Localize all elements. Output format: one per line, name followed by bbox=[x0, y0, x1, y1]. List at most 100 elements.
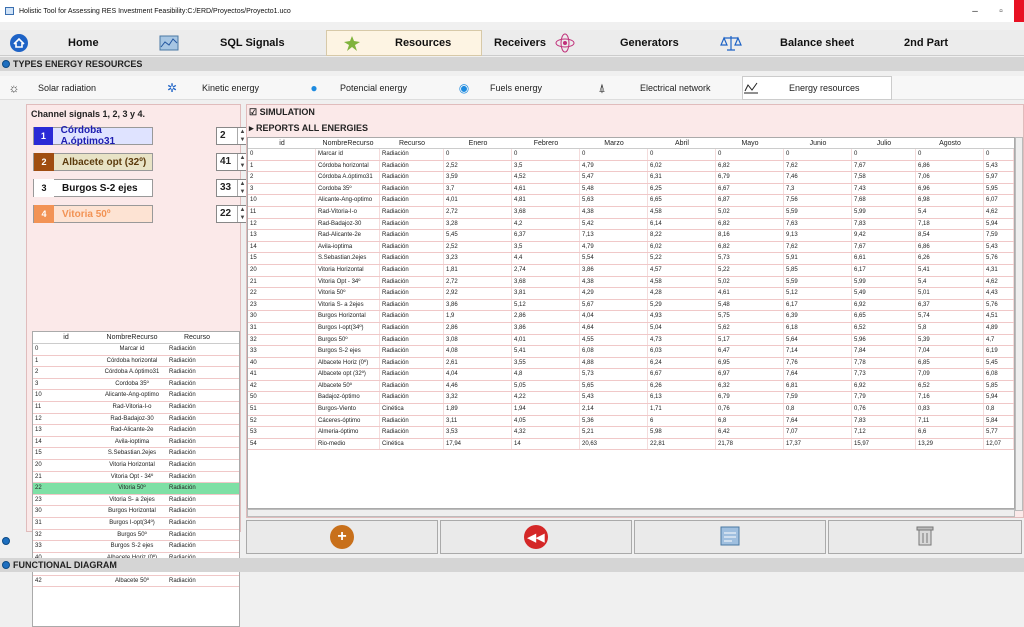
etab-solar[interactable]: ☼ Solar radiation bbox=[6, 76, 156, 100]
signal-badge[interactable]: 3 Burgos S-2 ejes bbox=[33, 179, 153, 197]
report-cell: Radiación bbox=[380, 160, 444, 172]
simulation-header[interactable]: ☑ SIMULATION bbox=[249, 107, 315, 118]
mini-table-row[interactable]: 23 Vitoria S- a 2ejes Radiación bbox=[33, 495, 239, 507]
tab-2nd-part[interactable]: 2nd Part bbox=[904, 30, 964, 56]
report-col-header[interactable]: Recurso bbox=[380, 138, 444, 148]
report-table-row[interactable]: 22 Vitoria 50º Radiación 2,92 3,81 4,29 4,28 4,… bbox=[248, 288, 1014, 300]
report-col-header[interactable]: Agosto bbox=[916, 138, 984, 148]
etab-electrical[interactable]: ⍋ Electrical network bbox=[594, 76, 734, 100]
report-col-header[interactable]: Marzo bbox=[580, 138, 648, 148]
report-col-header[interactable]: Mayo bbox=[716, 138, 784, 148]
functional-diagram-bar[interactable]: FUNCTIONAL DIAGRAM bbox=[0, 558, 1024, 572]
mini-table-row[interactable]: 1 Córdoba horizontal Radiación bbox=[33, 356, 239, 368]
mini-table-row[interactable]: 20 Vitoria Horizontal Radiación bbox=[33, 460, 239, 472]
report-table-row[interactable]: 20 Vitoria Horizontal Radiación 1,81 2,74 3,8… bbox=[248, 264, 1014, 277]
section-bullet-icon bbox=[2, 60, 10, 68]
mini-table-row[interactable]: 22 Vitoria 50º Radiación bbox=[33, 483, 239, 495]
mini-table-row[interactable]: 2 Córdoba A.óptimo31 Radiación bbox=[33, 367, 239, 379]
mini-table-row[interactable]: 14 Avila-ioptima Radiación bbox=[33, 437, 239, 449]
reports-header[interactable]: ▸ REPORTS ALL ENERGIES bbox=[249, 123, 368, 134]
mini-col-nombre[interactable]: NombreRecurso bbox=[97, 332, 167, 343]
resources-mini-table[interactable]: id NombreRecurso Recurso 0 Marcar id Radia… bbox=[32, 331, 240, 627]
signal-spinbox[interactable]: 22 ▲ ▼ bbox=[216, 205, 248, 223]
report-table-row[interactable]: 31 Burgos I-opt(34º) Radiación 2,86 3,86 4,64… bbox=[248, 322, 1014, 335]
reports-vertical-scrollbar[interactable] bbox=[1015, 137, 1023, 511]
signal-badge[interactable]: 4 Vitoria 50º bbox=[33, 205, 153, 223]
mini-col-recurso[interactable]: Recurso bbox=[167, 332, 225, 343]
report-col-header[interactable]: Enero bbox=[444, 138, 512, 148]
mini-table-row[interactable]: 3 Cordoba 35º Radiación bbox=[33, 379, 239, 391]
signal-badge[interactable]: 1 Córdoba A.óptimo31 bbox=[33, 125, 153, 147]
export-button[interactable] bbox=[634, 520, 826, 554]
report-table-row[interactable]: 50 Badajoz-óptimo Radiación 3,32 4,22 5,43 6,1… bbox=[248, 392, 1014, 405]
minimize-button[interactable]: – bbox=[962, 0, 988, 22]
report-cell: 6,92 bbox=[852, 299, 916, 311]
etab-energy-resources[interactable]: Energy resources bbox=[742, 76, 892, 100]
mini-table-row[interactable]: 12 Rad-Badajoz-30 Radiación bbox=[33, 414, 239, 426]
report-table-row[interactable]: 51 Burgos-Viento Cinética 1,89 1,94 2,14 1,71 0… bbox=[248, 404, 1014, 416]
reports-horizontal-scrollbar[interactable] bbox=[247, 509, 1015, 517]
report-table-row[interactable]: 30 Burgos Horizontal Radiación 1,9 2,86 4,04 4… bbox=[248, 311, 1014, 323]
tab-sql-signals[interactable]: SQL Signals bbox=[158, 30, 318, 56]
report-table-row[interactable]: 21 Vitoria Opt - 34º Radiación 2,72 3,68 4,38… bbox=[248, 276, 1014, 289]
mini-table-row[interactable]: 15 S.Sebastian.2ejes Radiación bbox=[33, 448, 239, 460]
mini-table-row[interactable]: 21 Vitoria Opt - 34º Radiación bbox=[33, 472, 239, 484]
etab-fuels-label: Fuels energy bbox=[490, 83, 543, 93]
report-table-row[interactable]: 23 Vitoria S- a 2ejes Radiación 3,86 5,12 5,6… bbox=[248, 299, 1014, 312]
signal-badge[interactable]: 2 Albacete opt (32º) bbox=[33, 153, 153, 171]
report-table-row[interactable]: 14 Avila-ioptima Radiación 2,52 3,5 4,79 6,02 6… bbox=[248, 241, 1014, 254]
report-table-row[interactable]: 3 Cordoba 35º Radiación 3,7 4,61 5,48 6,25 6,67… bbox=[248, 183, 1014, 196]
report-col-header[interactable]: Febrero bbox=[512, 138, 580, 148]
delete-button[interactable] bbox=[828, 520, 1022, 554]
report-col-header[interactable]: Junio bbox=[784, 138, 852, 148]
signal-spinbox[interactable]: 33 ▲ ▼ bbox=[216, 179, 248, 197]
reports-table[interactable]: id NombreRecurso Recurso Enero Febrero Marzo A… bbox=[247, 137, 1015, 509]
mini-col-id[interactable]: id bbox=[33, 332, 97, 343]
report-table-row[interactable]: 33 Burgos S-2 ejes Radiación 4,08 5,41 6,08 6,… bbox=[248, 346, 1014, 358]
report-table-row[interactable]: 41 Albacete opt (32º) Radiación 4,04 4,8 5,73… bbox=[248, 369, 1014, 381]
tab-home[interactable]: Home bbox=[8, 30, 138, 56]
report-table-row[interactable]: 10 Alicante-Ang-optimo Radiación 4,01 4,81 5,… bbox=[248, 195, 1014, 207]
report-cell: 10 bbox=[248, 195, 316, 206]
etab-fuels[interactable]: ◉ Fuels energy bbox=[456, 76, 586, 100]
mini-table-row[interactable]: 0 Marcar id Radiación bbox=[33, 344, 239, 356]
mini-table-row[interactable]: 10 Alicante-Ang-optimo Radiación bbox=[33, 390, 239, 402]
report-table-row[interactable]: 40 Albacete Horiz (0º) Radiación 2,61 3,55 4,… bbox=[248, 357, 1014, 370]
report-table-row[interactable]: 54 Rio-medio Cinética 17,94 14 20,63 22,81 21,7… bbox=[248, 438, 1014, 451]
info-icon[interactable] bbox=[2, 537, 10, 545]
add-button[interactable]: + bbox=[246, 520, 438, 554]
report-table-row[interactable]: 52 Cáceres-óptimo Radiación 3,11 4,05 5,36 6 6,… bbox=[248, 415, 1014, 428]
report-col-header[interactable] bbox=[984, 138, 1014, 148]
maximize-button[interactable]: ▫ bbox=[988, 0, 1014, 22]
mini-table-row[interactable]: 31 Burgos I-opt(34º) Radiación bbox=[33, 518, 239, 530]
report-col-header[interactable]: id bbox=[248, 138, 316, 148]
report-table-row[interactable]: 12 Rad-Badajoz-30 Radiación 3,28 4,2 5,42 6,14… bbox=[248, 218, 1014, 231]
tab-receivers[interactable]: Receivers bbox=[494, 30, 594, 56]
report-col-header[interactable]: Julio bbox=[852, 138, 916, 148]
report-col-header[interactable]: NombreRecurso bbox=[316, 138, 380, 148]
report-table-row[interactable]: 53 Almeria-óptimo Radiación 3,53 4,32 5,21 5,9… bbox=[248, 427, 1014, 439]
tab-balance-sheet[interactable]: Balance sheet bbox=[720, 30, 880, 56]
report-table-row[interactable]: 1 Córdoba horizontal Radiación 2,52 3,5 4,79 6… bbox=[248, 160, 1014, 173]
report-table-row[interactable]: 13 Rad-Alicante-2e Radiación 5,45 6,37 7,13 8,… bbox=[248, 230, 1014, 242]
etab-potential[interactable]: ● Potencial energy bbox=[306, 76, 446, 100]
report-table-row[interactable]: 15 S.Sebastian.2ejes Radiación 3,23 4,4 5,54 5… bbox=[248, 253, 1014, 265]
mini-cell-nombre: Burgos Horizontal bbox=[108, 508, 156, 515]
mini-table-row[interactable]: 42 Albacete 50º Radiación bbox=[33, 576, 239, 588]
report-col-header[interactable]: Abril bbox=[648, 138, 716, 148]
report-table-row[interactable]: 2 Córdoba A.óptimo31 Radiación 3,59 4,52 5,47… bbox=[248, 172, 1014, 184]
report-table-row[interactable]: 11 Rad-Vitoria-I-o Radiación 2,72 3,68 4,38 4,… bbox=[248, 206, 1014, 219]
etab-kinetic[interactable]: ✲ Kinetic energy bbox=[164, 76, 304, 100]
tab-resources[interactable]: Resources bbox=[326, 30, 482, 56]
mini-table-row[interactable]: 13 Rad-Alicante-2e Radiación bbox=[33, 425, 239, 437]
tab-generators[interactable]: Generators bbox=[620, 30, 710, 56]
mini-table-row[interactable]: 30 Burgos Horizontal Radiación bbox=[33, 506, 239, 518]
report-table-row[interactable]: 42 Albacete 50º Radiación 4,46 5,05 5,65 6,26 6… bbox=[248, 380, 1014, 393]
signal-spinbox[interactable]: 2 ▲ ▼ bbox=[216, 127, 248, 145]
report-table-row[interactable]: 32 Burgos 50º Radiación 3,08 4,01 4,55 4,73 5,1… bbox=[248, 334, 1014, 347]
close-button[interactable] bbox=[1014, 0, 1024, 22]
mini-table-row[interactable]: 11 Rad-Vitoria-I-o Radiación bbox=[33, 402, 239, 414]
report-table-row[interactable]: 0 Marcar id Radiación 0 0 0 0 0 0 0 0 0 bbox=[248, 149, 1014, 161]
rewind-button[interactable]: ◀◀ bbox=[440, 520, 632, 554]
signal-spinbox[interactable]: 41 ▲ ▼ bbox=[216, 153, 248, 171]
